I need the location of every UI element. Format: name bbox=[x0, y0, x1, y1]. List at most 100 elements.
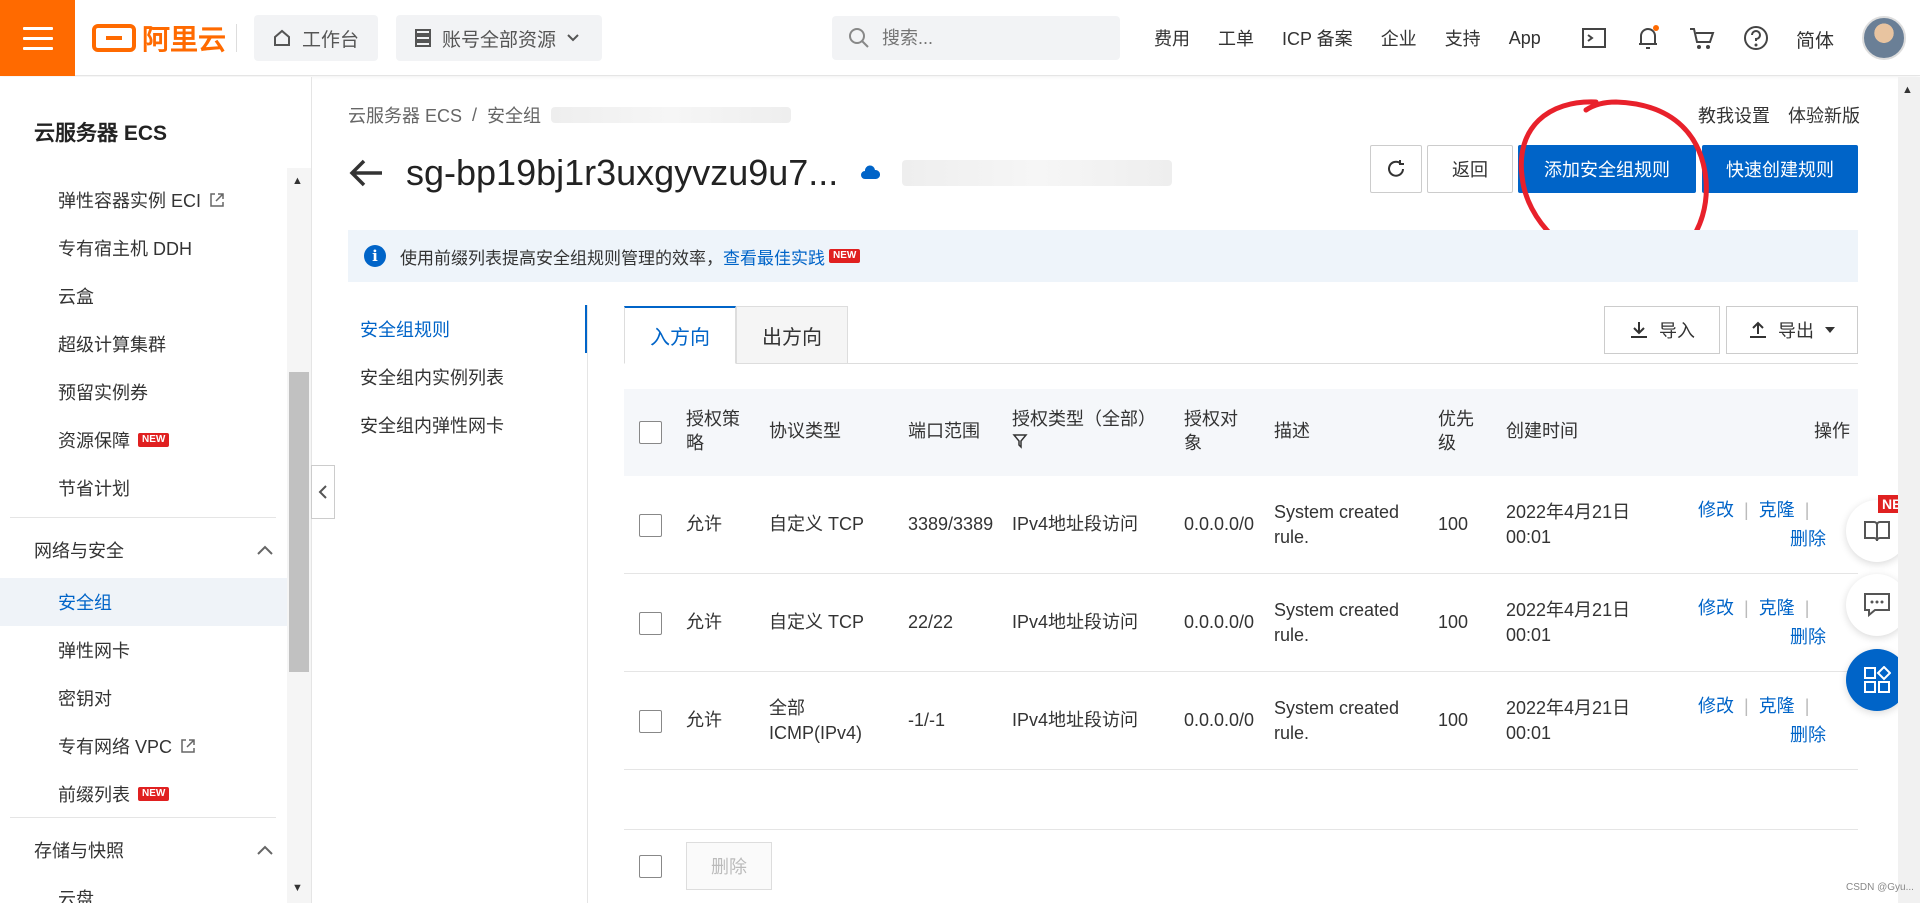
chevron-down-icon bbox=[566, 33, 580, 43]
delete-link[interactable]: 删除 bbox=[1790, 527, 1826, 552]
bell-icon[interactable] bbox=[1634, 24, 1662, 52]
import-button[interactable]: 导入 bbox=[1604, 306, 1720, 354]
menu-icon[interactable] bbox=[0, 0, 75, 76]
help-icon[interactable] bbox=[1742, 24, 1770, 52]
sidebar-item-reserved[interactable]: 预留实例券 bbox=[58, 379, 148, 405]
clone-link[interactable]: 克隆 bbox=[1759, 500, 1795, 520]
edit-link[interactable]: 修改 bbox=[1698, 598, 1734, 618]
created-date: 2022年4月21日 bbox=[1506, 600, 1630, 620]
sidebar-item-eci[interactable]: 弹性容器实例 ECI bbox=[58, 187, 225, 213]
new-version-link[interactable]: 体验新版 bbox=[1788, 102, 1860, 128]
protocol-line: ICMP(IPv4) bbox=[769, 723, 862, 743]
sidebar-item-resource-guarantee[interactable]: 资源保障 NEW bbox=[58, 427, 169, 453]
filter-icon[interactable] bbox=[1012, 433, 1028, 449]
header-port: 端口范围 bbox=[908, 419, 980, 443]
scroll-down-icon[interactable]: ▼ bbox=[292, 882, 303, 894]
breadcrumb-separator: / bbox=[472, 105, 477, 126]
breadcrumb-current[interactable]: 安全组 bbox=[487, 102, 541, 128]
scroll-up-icon[interactable]: ▲ bbox=[1902, 84, 1913, 96]
cell-auth-type: IPv4地址段访问 bbox=[1012, 512, 1138, 537]
separator: | bbox=[1805, 696, 1810, 716]
header-created: 创建时间 bbox=[1506, 419, 1578, 443]
cell-auth-object: 0.0.0.0/0 bbox=[1184, 610, 1254, 635]
sidebar-item-ddh[interactable]: 专有宿主机 DDH bbox=[58, 235, 192, 261]
edit-link[interactable]: 修改 bbox=[1698, 696, 1734, 716]
row-checkbox[interactable] bbox=[639, 514, 662, 537]
cell-policy: 允许 bbox=[686, 512, 722, 537]
link-fee[interactable]: 费用 bbox=[1140, 25, 1204, 51]
sidebar: 云服务器 ECS 弹性容器实例 ECI 专有宿主机 DDH 云盒 超级计算集群 … bbox=[0, 77, 312, 903]
language-switch[interactable]: 简体 bbox=[1796, 26, 1834, 53]
footer-select-all-checkbox[interactable] bbox=[639, 855, 662, 878]
cell-protocol: 自定义 TCP bbox=[769, 512, 864, 537]
link-support[interactable]: 支持 bbox=[1431, 25, 1495, 51]
header-auth-object: 授权对象 bbox=[1184, 407, 1244, 455]
cell-created: 2022年4月21日00:01 bbox=[1506, 500, 1630, 550]
link-icp[interactable]: ICP 备案 bbox=[1268, 25, 1367, 51]
sidebar-section-storage[interactable]: 存储与快照 bbox=[34, 837, 274, 863]
header-priority: 优先级 bbox=[1438, 407, 1480, 455]
row-checkbox[interactable] bbox=[639, 612, 662, 635]
clone-link[interactable]: 克隆 bbox=[1759, 598, 1795, 618]
logo-text: 阿里云 bbox=[142, 18, 226, 58]
back-arrow-icon[interactable] bbox=[348, 158, 384, 188]
terminal-icon[interactable] bbox=[1580, 24, 1608, 52]
sidebar-item-supercompute[interactable]: 超级计算集群 bbox=[58, 331, 166, 357]
resources-dropdown[interactable]: 账号全部资源 bbox=[396, 15, 602, 61]
search-input[interactable] bbox=[882, 28, 1082, 49]
section-label: 存储与快照 bbox=[34, 837, 124, 863]
edit-link[interactable]: 修改 bbox=[1698, 500, 1734, 520]
top-bar: 阿里云 工作台 账号全部资源 费用 工单 ICP 备案 企业 支持 App 简体 bbox=[0, 0, 1920, 76]
created-date: 2022年4月21日 bbox=[1506, 502, 1630, 522]
breadcrumb-root[interactable]: 云服务器 ECS bbox=[348, 102, 462, 128]
sidebar-item-prefix-list[interactable]: 前缀列表 NEW bbox=[58, 781, 169, 807]
sidebar-item-disk[interactable]: 云盘 bbox=[58, 885, 94, 903]
refresh-button[interactable] bbox=[1370, 145, 1422, 193]
protocol-line: 全部 bbox=[769, 698, 805, 718]
row-checkbox[interactable] bbox=[639, 710, 662, 733]
scroll-up-icon[interactable]: ▲ bbox=[292, 175, 303, 187]
tab-outbound[interactable]: 出方向 bbox=[736, 306, 848, 364]
nav-eni-list[interactable]: 安全组内弹性网卡 bbox=[348, 401, 588, 449]
sidebar-section-network[interactable]: 网络与安全 bbox=[34, 537, 274, 563]
chevron-left-icon bbox=[318, 484, 328, 500]
clone-link[interactable]: 克隆 bbox=[1759, 696, 1795, 716]
delete-link[interactable]: 删除 bbox=[1790, 625, 1826, 650]
delete-link[interactable]: 删除 bbox=[1790, 723, 1826, 748]
cell-description: System createdrule. bbox=[1274, 598, 1399, 648]
cart-icon[interactable] bbox=[1688, 24, 1716, 52]
search-box[interactable] bbox=[832, 16, 1120, 60]
link-app[interactable]: App bbox=[1495, 28, 1555, 49]
sidebar-active-highlight bbox=[0, 578, 287, 626]
sidebar-scroll-thumb[interactable] bbox=[289, 372, 309, 672]
workbench-button[interactable]: 工作台 bbox=[254, 15, 378, 61]
desc-line: rule. bbox=[1274, 723, 1309, 743]
quick-create-rule-button[interactable]: 快速创建规则 bbox=[1702, 145, 1858, 193]
aliyun-logo[interactable]: 阿里云 bbox=[92, 20, 226, 56]
export-dropdown[interactable]: 导出 bbox=[1726, 306, 1858, 354]
avatar[interactable] bbox=[1862, 16, 1906, 60]
tab-inbound[interactable]: 入方向 bbox=[624, 306, 736, 364]
watermark: CSDN @Gyu... bbox=[1846, 882, 1914, 893]
nav-security-rules[interactable]: 安全组规则 bbox=[348, 305, 588, 353]
sidebar-item-cloudbox[interactable]: 云盒 bbox=[58, 283, 94, 309]
link-enterprise[interactable]: 企业 bbox=[1367, 25, 1431, 51]
cell-priority: 100 bbox=[1438, 708, 1468, 733]
table-header: 授权策略 协议类型 端口范围 授权类型（全部） 授权对象 描述 优先级 创建时间… bbox=[624, 389, 1858, 476]
batch-delete-button[interactable]: 删除 bbox=[686, 842, 772, 890]
sidebar-item-keypair[interactable]: 密钥对 bbox=[58, 685, 112, 711]
sidebar-item-savings-plan[interactable]: 节省计划 bbox=[58, 475, 130, 501]
sidebar-item-eni[interactable]: 弹性网卡 bbox=[58, 637, 130, 663]
nav-instance-list[interactable]: 安全组内实例列表 bbox=[348, 353, 588, 401]
back-button[interactable]: 返回 bbox=[1427, 145, 1513, 193]
sidebar-item-security-group[interactable]: 安全组 bbox=[58, 589, 112, 615]
link-ticket[interactable]: 工单 bbox=[1204, 25, 1268, 51]
redacted-text bbox=[551, 107, 791, 123]
header-auth-type[interactable]: 授权类型（全部） bbox=[1012, 407, 1156, 455]
select-all-checkbox[interactable] bbox=[639, 421, 662, 444]
sidebar-item-vpc[interactable]: 专有网络 VPC bbox=[58, 733, 196, 759]
page-scrollbar[interactable] bbox=[1898, 77, 1920, 903]
desc-line: System created bbox=[1274, 600, 1399, 620]
sidebar-collapse-button[interactable] bbox=[311, 465, 335, 519]
best-practice-link[interactable]: 查看最佳实践 bbox=[723, 244, 825, 269]
